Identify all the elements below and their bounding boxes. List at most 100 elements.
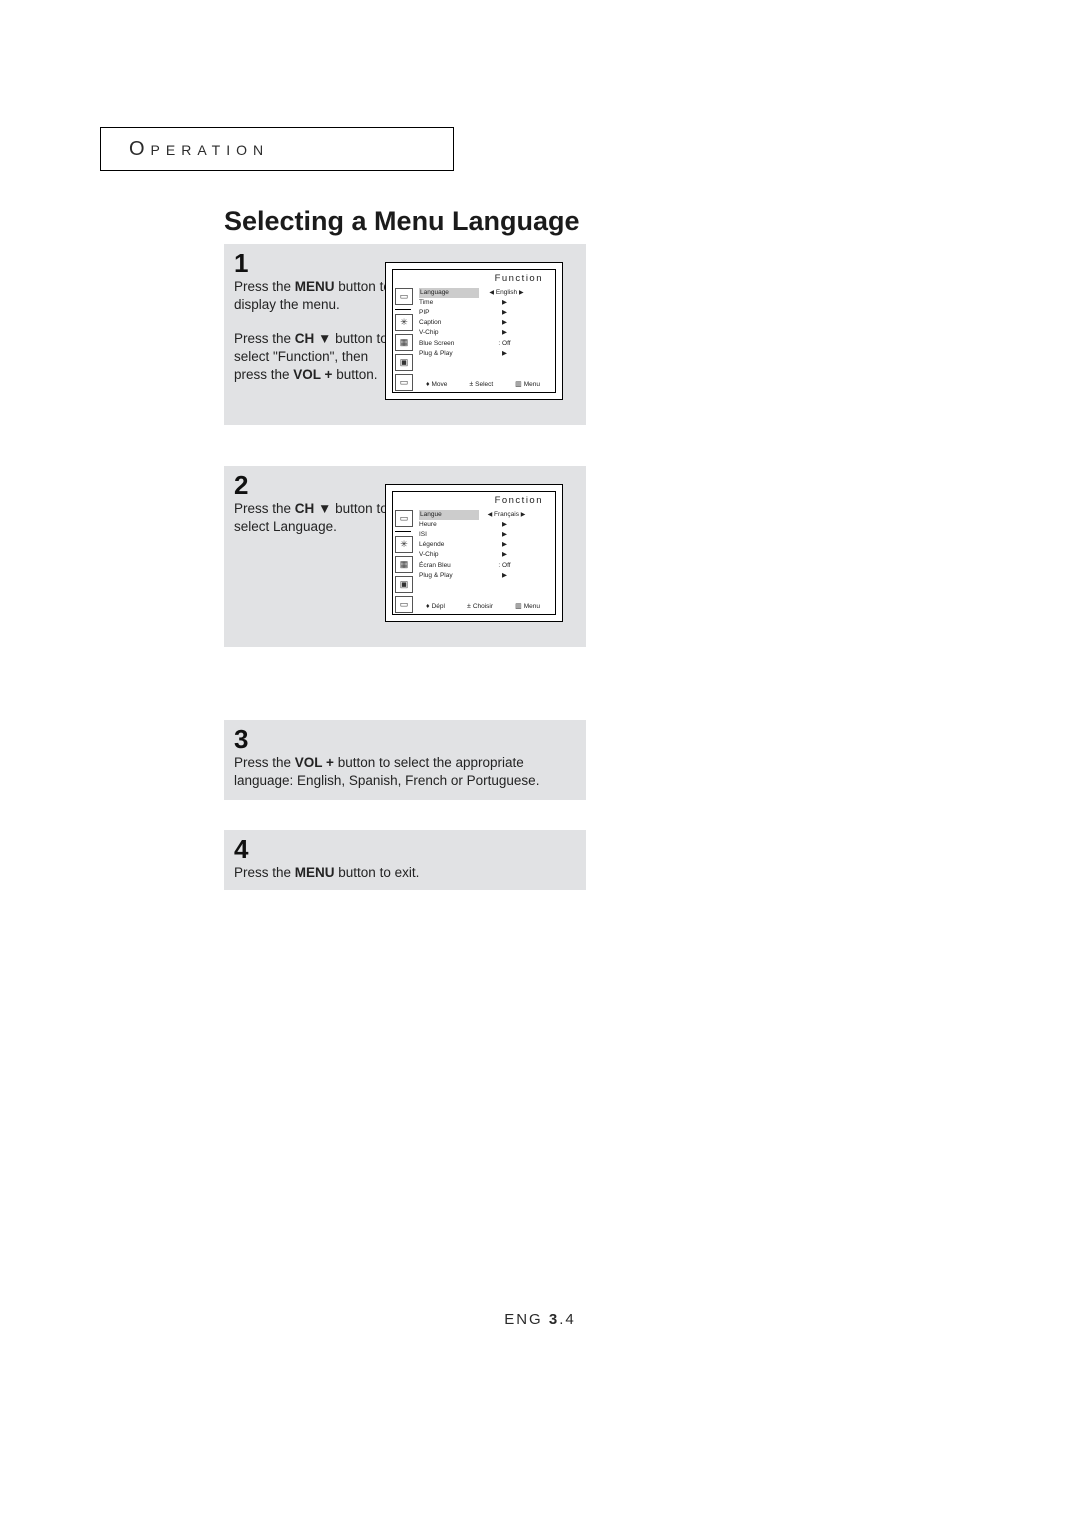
osd-title: Function bbox=[495, 273, 543, 284]
text: Dépl bbox=[432, 603, 445, 610]
osd-footer: ♦Dépl ±Choisir ▥Menu bbox=[415, 601, 551, 610]
osd-label: Heure bbox=[419, 520, 477, 530]
osd-list: Language◀ English ▶ Time▶ PIP▶ Caption▶ … bbox=[419, 288, 549, 359]
osd-row: Langue◀ Français ▶ bbox=[419, 510, 549, 520]
page-title: Selecting a Menu Language bbox=[224, 206, 580, 237]
osd-label: V-Chip bbox=[419, 550, 477, 560]
menu-icon: ▭ bbox=[395, 596, 413, 613]
osd-row: Plug & Play▶ bbox=[419, 571, 549, 581]
step-text: Press the CH ▼ button to select Language… bbox=[234, 500, 394, 536]
osd-label: ISI bbox=[419, 530, 477, 540]
step-text: Press the CH ▼ button to select "Functio… bbox=[234, 330, 394, 385]
right-arrow-icon: ▶ bbox=[519, 289, 524, 298]
osd-value: ▶ bbox=[477, 308, 532, 318]
osd-foot-move: ♦Move bbox=[426, 380, 447, 388]
section-label: Operation bbox=[101, 138, 269, 161]
osd-label: Écran Bleu bbox=[419, 561, 477, 571]
osd-row: Écran Bleu: Off bbox=[419, 561, 549, 571]
divider bbox=[395, 309, 411, 310]
osd-row: Légende▶ bbox=[419, 540, 549, 550]
text-bold: MENU bbox=[295, 865, 335, 880]
menu-icon: ▣ bbox=[395, 576, 413, 593]
osd-label: Plug & Play bbox=[419, 349, 477, 359]
osd-value: ◀ Français ▶ bbox=[479, 510, 534, 520]
menu-icon: ▥ bbox=[515, 380, 522, 388]
text: Menu bbox=[524, 603, 540, 610]
text: Press the bbox=[234, 279, 295, 294]
left-arrow-icon: ◀ bbox=[488, 511, 493, 520]
osd-label: Caption bbox=[419, 318, 477, 328]
footer-lang: ENG bbox=[504, 1311, 549, 1328]
step-number: 2 bbox=[234, 470, 248, 501]
osd-foot-menu: ▥Menu bbox=[515, 380, 540, 388]
osd-row: Plug & Play▶ bbox=[419, 349, 549, 359]
text: Select bbox=[475, 381, 493, 388]
text: Press the bbox=[234, 331, 295, 346]
osd-row: Time▶ bbox=[419, 298, 549, 308]
osd-title: Fonction bbox=[495, 495, 543, 506]
text-bold: VOL + bbox=[293, 367, 332, 382]
osd-foot-move: ♦Dépl bbox=[426, 602, 445, 610]
osd-value: ◀ English ▶ bbox=[479, 288, 534, 298]
osd-row: Blue Screen: Off bbox=[419, 339, 549, 349]
text-bold: CH ▼ bbox=[295, 331, 332, 346]
osd-row: PIP▶ bbox=[419, 308, 549, 318]
text: Press the bbox=[234, 501, 295, 516]
updown-icon: ♦ bbox=[426, 381, 430, 388]
osd-foot-select: ±Choisir bbox=[467, 602, 493, 610]
osd-label: Time bbox=[419, 298, 477, 308]
step-number: 3 bbox=[234, 724, 248, 755]
osd-label: Légende bbox=[419, 540, 477, 550]
step-4: 4 Press the MENU button to exit. bbox=[224, 830, 586, 890]
osd-label: PIP bbox=[419, 308, 477, 318]
osd-inner: Fonction ▭ ✳ ▦ ▣ ▭ Langue◀ Français ▶ He… bbox=[392, 491, 556, 615]
text: English bbox=[496, 289, 517, 296]
osd-footer: ♦Move ±Select ▥Menu bbox=[415, 379, 551, 388]
osd-list: Langue◀ Français ▶ Heure▶ ISI▶ Légende▶ … bbox=[419, 510, 549, 581]
menu-icon: ▭ bbox=[395, 374, 413, 391]
osd-value: ▶ bbox=[477, 530, 532, 540]
osd-row: Caption▶ bbox=[419, 318, 549, 328]
updown-icon: ♦ bbox=[426, 603, 430, 610]
step-text: Press the MENU button to exit. bbox=[234, 864, 574, 882]
text: Move bbox=[432, 381, 448, 388]
step-text: Press the VOL + button to select the app… bbox=[234, 754, 574, 790]
menu-icon: ✳ bbox=[395, 536, 413, 553]
osd-value: ▶ bbox=[477, 520, 532, 530]
osd-value: ▶ bbox=[477, 550, 532, 560]
osd-value: ▶ bbox=[477, 540, 532, 550]
osd-row: Heure▶ bbox=[419, 520, 549, 530]
section-tab: Operation bbox=[100, 127, 454, 171]
osd-value: : Off bbox=[477, 561, 532, 571]
osd-row: V-Chip▶ bbox=[419, 550, 549, 560]
text-bold: VOL + bbox=[295, 755, 334, 770]
page-footer: ENG 3.4 bbox=[0, 1311, 1080, 1328]
step-text: Press the MENU button to display the men… bbox=[234, 278, 394, 314]
text-bold: CH ▼ bbox=[295, 501, 332, 516]
osd-label: Language bbox=[419, 288, 479, 298]
text: button. bbox=[332, 367, 377, 382]
right-arrow-icon: ▶ bbox=[521, 511, 526, 520]
osd-value: ▶ bbox=[477, 349, 532, 359]
osd-value: : Off bbox=[477, 339, 532, 349]
osd-label: V-Chip bbox=[419, 328, 477, 338]
osd-label: Langue bbox=[419, 510, 479, 520]
osd-value: ▶ bbox=[477, 298, 532, 308]
footer-page: 4 bbox=[565, 1311, 575, 1328]
osd-sidebar: ▭ ✳ ▦ ▣ ▭ bbox=[395, 288, 413, 391]
menu-icon: ✳ bbox=[395, 314, 413, 331]
divider bbox=[395, 531, 411, 532]
text: Press the bbox=[234, 865, 295, 880]
plusminus-icon: ± bbox=[467, 603, 471, 610]
osd-value: ▶ bbox=[477, 328, 532, 338]
text: CH ▼ bbox=[295, 331, 332, 346]
osd-label: Blue Screen bbox=[419, 339, 477, 349]
menu-icon: ▥ bbox=[515, 602, 522, 610]
left-arrow-icon: ◀ bbox=[489, 289, 494, 298]
osd-menu-function: Function ▭ ✳ ▦ ▣ ▭ Language◀ English ▶ T… bbox=[385, 262, 563, 400]
menu-icon: ▣ bbox=[395, 354, 413, 371]
osd-value: ▶ bbox=[477, 318, 532, 328]
step-number: 4 bbox=[234, 834, 248, 865]
step-number: 1 bbox=[234, 248, 248, 279]
osd-row: ISI▶ bbox=[419, 530, 549, 540]
